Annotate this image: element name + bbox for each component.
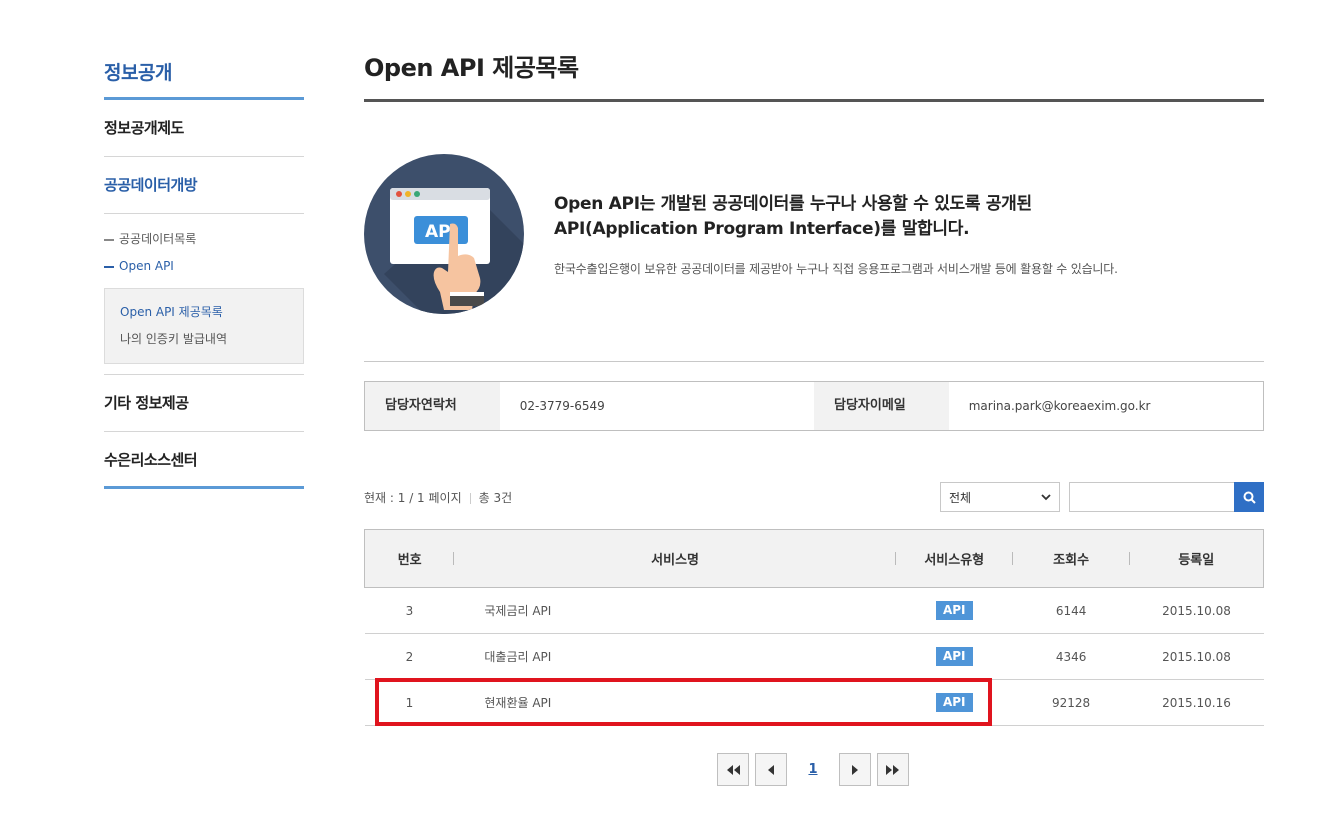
contact-phone-label: 담당자연락처 bbox=[365, 382, 500, 430]
row-service-type: API bbox=[895, 679, 1013, 726]
chevron-right-icon bbox=[852, 764, 858, 775]
sidebar-submenu: 공공데이터목록 Open API Open API 제공목록 나의 인증키 발급… bbox=[104, 214, 304, 375]
main-content: Open API 제공목록 API Open API는 개발된 공공데이터를 누… bbox=[364, 48, 1264, 726]
row-number: 3 bbox=[364, 587, 455, 634]
search-button[interactable] bbox=[1234, 482, 1264, 512]
first-page-button[interactable] bbox=[717, 753, 749, 786]
total-count-text: 총 3건 bbox=[478, 490, 513, 505]
chevron-left-icon bbox=[768, 764, 774, 775]
bullet-icon bbox=[104, 238, 114, 241]
sidebar-item-info-disclosure-system[interactable]: 정보공개제도 bbox=[104, 100, 304, 157]
row-service-name-link[interactable]: 국제금리 API bbox=[454, 587, 896, 634]
api-illustration-icon: API bbox=[364, 154, 524, 314]
row-date: 2015.10.08 bbox=[1129, 587, 1264, 634]
sidebar-submenu-box: Open API 제공목록 나의 인증키 발급내역 bbox=[104, 288, 304, 364]
page-info: 현재 : 1 / 1 페이지 총 3건 bbox=[364, 489, 512, 506]
contact-info: 담당자연락처 02-3779-6549 담당자이메일 marina.park@k… bbox=[364, 381, 1264, 431]
sidebar-title: 정보공개 bbox=[104, 58, 304, 100]
intro-heading: Open API는 개발된 공공데이터를 누구나 사용할 수 있도록 공개된 A… bbox=[554, 192, 1032, 242]
search-input[interactable] bbox=[1069, 482, 1235, 512]
sidebar-link-my-auth-key[interactable]: 나의 인증키 발급내역 bbox=[120, 326, 288, 353]
row-views: 6144 bbox=[1012, 587, 1130, 634]
sidebar-subitem-open-api[interactable]: Open API bbox=[104, 253, 304, 280]
bullet-icon bbox=[104, 265, 114, 268]
api-list-table: 번호 서비스명 서비스유형 조회수 등록일 3 국제금리 API API 614… bbox=[364, 529, 1264, 726]
current-page-text: 현재 : 1 / 1 페이지 bbox=[364, 490, 462, 505]
sidebar-item-resource-center[interactable]: 수은리소스센터 bbox=[104, 432, 304, 489]
row-number: 1 bbox=[364, 679, 455, 726]
sidebar-subitem-label: 공공데이터목록 bbox=[119, 232, 197, 246]
col-header-date: 등록일 bbox=[1129, 529, 1264, 588]
col-header-views: 조회수 bbox=[1012, 529, 1130, 588]
sidebar-subitem-public-data-list[interactable]: 공공데이터목록 bbox=[104, 226, 304, 253]
last-page-button[interactable] bbox=[877, 753, 909, 786]
sidebar: 정보공개 정보공개제도 공공데이터개방 공공데이터목록 Open API Ope… bbox=[104, 58, 304, 489]
intro-section: API Open API는 개발된 공공데이터를 누구나 사용할 수 있도록 공… bbox=[364, 102, 1264, 362]
sidebar-link-open-api-list[interactable]: Open API 제공목록 bbox=[120, 299, 288, 326]
api-badge: API bbox=[935, 647, 973, 666]
table-row[interactable]: 3 국제금리 API API 6144 2015.10.08 bbox=[364, 587, 1264, 634]
col-header-number: 번호 bbox=[364, 529, 455, 588]
col-header-service-type: 서비스유형 bbox=[895, 529, 1013, 588]
sidebar-subitem-label: Open API bbox=[119, 259, 174, 273]
pagination: 1 bbox=[717, 753, 915, 786]
sidebar-item-other-info[interactable]: 기타 정보제공 bbox=[104, 375, 304, 432]
search-category-select[interactable]: 전체 bbox=[940, 482, 1060, 512]
contact-email-value: marina.park@koreaexim.go.kr bbox=[968, 399, 1151, 413]
next-page-button[interactable] bbox=[839, 753, 871, 786]
page-title: Open API 제공목록 bbox=[364, 48, 1264, 102]
intro-description: 한국수출입은행이 보유한 공공데이터를 제공받아 누구나 직접 응용프로그램과 … bbox=[554, 262, 1118, 276]
chevron-down-icon bbox=[1041, 493, 1051, 500]
page-number-current[interactable]: 1 bbox=[793, 762, 833, 777]
search-category-value: 전체 bbox=[949, 490, 972, 505]
row-views: 4346 bbox=[1012, 633, 1130, 680]
table-header-row: 번호 서비스명 서비스유형 조회수 등록일 bbox=[364, 529, 1264, 588]
intro-heading-line-2: API(Application Program Interface)를 말합니다… bbox=[554, 219, 970, 239]
contact-email-label: 담당자이메일 bbox=[814, 382, 949, 430]
double-chevron-left-icon bbox=[727, 764, 740, 775]
row-views: 92128 bbox=[1012, 679, 1130, 726]
api-badge: API bbox=[935, 693, 973, 712]
search-icon bbox=[1243, 491, 1256, 504]
row-service-name-link[interactable]: 대출금리 API bbox=[454, 633, 896, 680]
col-header-service-name: 서비스명 bbox=[454, 529, 896, 588]
contact-phone-value: 02-3779-6549 bbox=[519, 399, 605, 413]
list-toolbar: 현재 : 1 / 1 페이지 총 3건 전체 bbox=[364, 482, 1264, 512]
row-date: 2015.10.08 bbox=[1129, 633, 1264, 680]
table-row[interactable]: 1 현재환율 API API 92128 2015.10.16 bbox=[364, 679, 1264, 726]
sidebar-item-public-data-open[interactable]: 공공데이터개방 bbox=[104, 157, 304, 214]
row-number: 2 bbox=[364, 633, 455, 680]
row-service-type: API bbox=[895, 633, 1013, 680]
row-service-type: API bbox=[895, 587, 1013, 634]
api-badge: API bbox=[935, 601, 973, 620]
prev-page-button[interactable] bbox=[755, 753, 787, 786]
double-chevron-right-icon bbox=[886, 764, 899, 775]
intro-heading-line-1: Open API는 개발된 공공데이터를 누구나 사용할 수 있도록 공개된 bbox=[554, 194, 1032, 214]
divider bbox=[469, 492, 471, 504]
table-row[interactable]: 2 대출금리 API API 4346 2015.10.08 bbox=[364, 633, 1264, 680]
row-date: 2015.10.16 bbox=[1129, 679, 1264, 726]
row-service-name-link[interactable]: 현재환율 API bbox=[454, 679, 896, 726]
